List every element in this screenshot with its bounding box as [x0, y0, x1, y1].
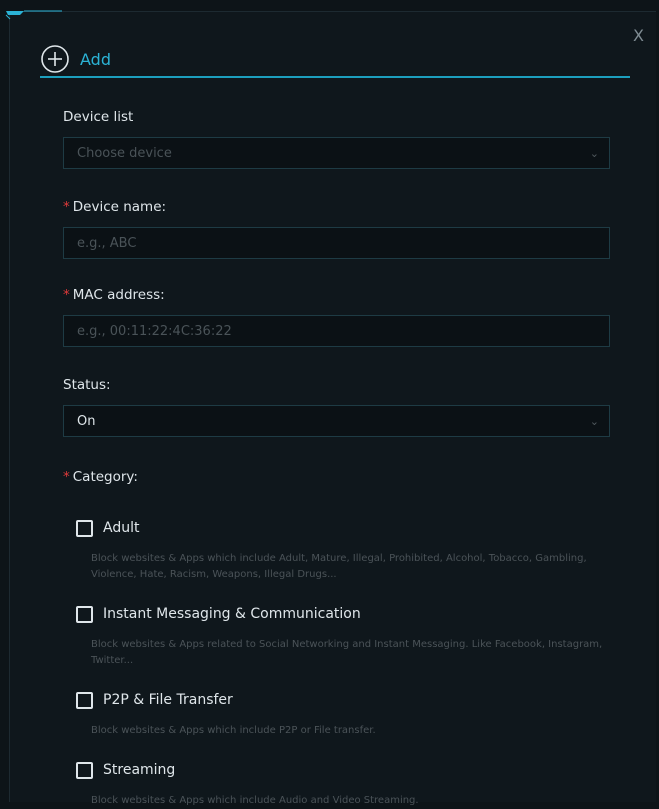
mac-address-label: * MAC address: [63, 285, 610, 305]
category-label-text: Category: [72, 469, 138, 485]
corner-accent-icon [5, 10, 62, 20]
close-button[interactable]: X [633, 28, 644, 44]
streaming-checkbox[interactable] [76, 761, 93, 779]
category-field: * Category: [63, 467, 138, 487]
device-list-label: Device list [63, 109, 134, 125]
category-description: Block websites & Apps which include P2P … [91, 725, 376, 736]
category-title: Instant Messaging & Communication [103, 606, 361, 622]
device-name-input[interactable] [77, 235, 599, 251]
required-mark: * [63, 469, 70, 485]
add-circle-icon [41, 45, 69, 73]
adult-checkbox[interactable] [76, 519, 93, 537]
device-name-label: * Device name: [63, 197, 610, 217]
status-value: On [77, 413, 96, 429]
status-select[interactable]: On ⌄ [63, 405, 610, 437]
category-title: Streaming [103, 762, 176, 778]
status-field: Status: On ⌄ [63, 375, 610, 437]
mac-address-input-wrap [63, 315, 610, 347]
device-name-field: * Device name: [63, 197, 610, 259]
mac-address-field: * MAC address: [63, 285, 610, 347]
category-title: Adult [103, 520, 140, 536]
instant-messaging-checkbox[interactable] [76, 605, 93, 623]
category-label: * Category: [63, 467, 138, 487]
device-list-placeholder: Choose device [77, 145, 172, 161]
device-list-field: Device list Choose device ⌄ [63, 107, 610, 169]
category-description: Block websites & Apps which include Audi… [91, 795, 419, 806]
required-mark: * [63, 287, 70, 303]
mac-address-input[interactable] [77, 323, 599, 339]
p2p-checkbox[interactable] [76, 691, 93, 709]
category-item-adult: Adult Block websites & Apps which includ… [76, 517, 606, 583]
device-list-select[interactable]: Choose device ⌄ [63, 137, 610, 169]
mac-address-label-text: MAC address: [72, 287, 165, 303]
category-item-instant-messaging: Instant Messaging & Communication Block … [76, 603, 606, 669]
category-description: Block websites & Apps which include Adul… [91, 553, 587, 580]
required-mark: * [63, 199, 70, 215]
category-item-p2p: P2P & File Transfer Block websites & App… [76, 689, 606, 739]
category-title: P2P & File Transfer [103, 692, 233, 708]
chevron-down-icon: ⌄ [589, 414, 599, 428]
chevron-down-icon: ⌄ [589, 146, 599, 160]
dialog-header: Add [40, 42, 630, 78]
dialog-title: Add [80, 49, 111, 69]
device-name-label-text: Device name: [72, 199, 167, 215]
device-name-input-wrap [63, 227, 610, 259]
status-label: Status: [63, 377, 111, 393]
category-description: Block websites & Apps related to Social … [91, 639, 603, 666]
add-device-dialog: X Add Device list Choose device ⌄ * Devic… [5, 10, 656, 806]
